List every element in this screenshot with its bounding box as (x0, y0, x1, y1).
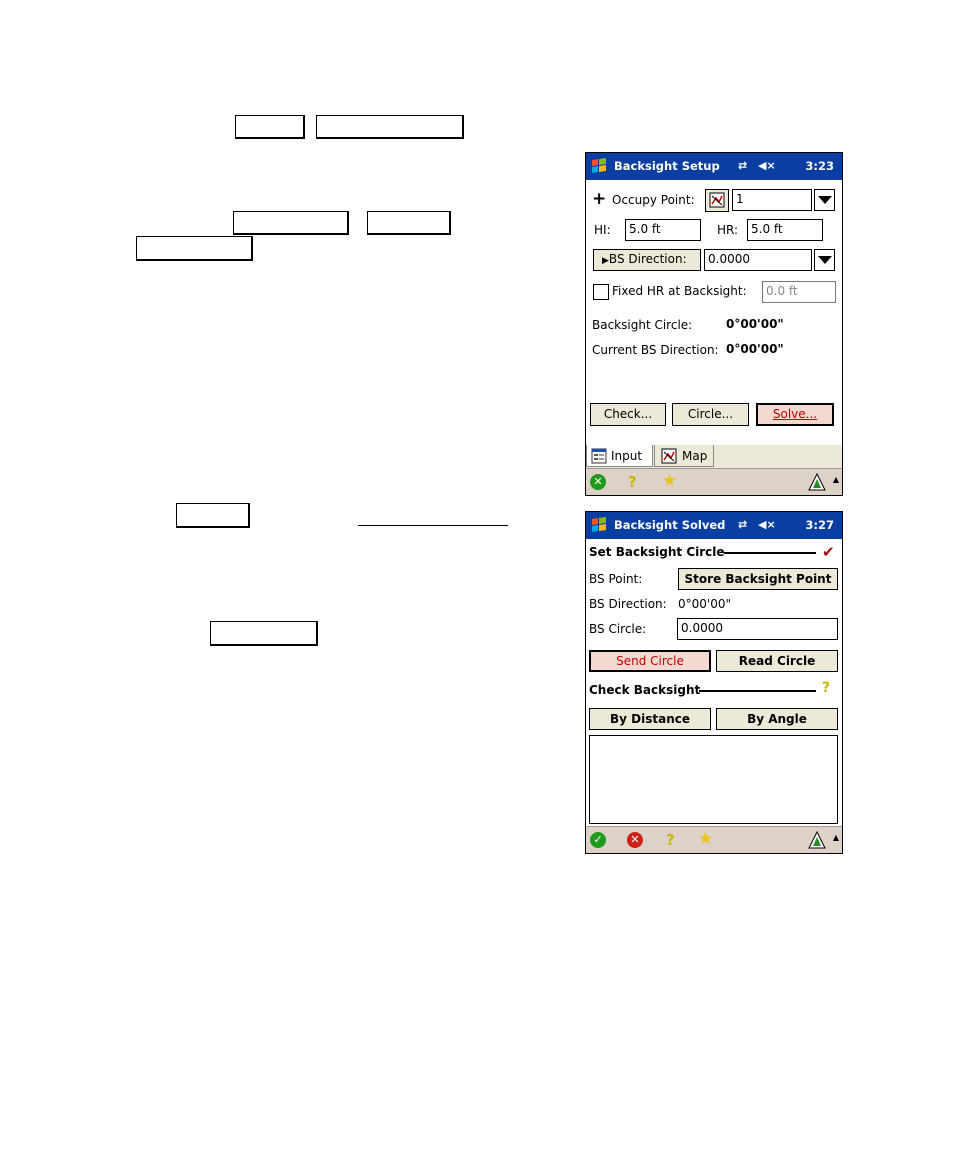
placeholder-box-4 (367, 211, 451, 235)
help-icon[interactable]: ? (666, 831, 675, 849)
carlson-logo-icon[interactable] (808, 473, 826, 491)
results-textarea[interactable] (589, 735, 838, 824)
ok-icon[interactable]: ✓ (590, 832, 606, 848)
tab-input[interactable]: Input (586, 445, 653, 467)
backsight-setup-screen: Backsight Setup ⇄ ◀× 3:23 + Occupy Point… (585, 152, 843, 496)
placeholder-box-3 (233, 211, 349, 235)
check-backsight-heading: Check Backsight (589, 683, 701, 697)
tab-bar: Input Map (586, 445, 842, 468)
by-angle-button[interactable]: By Angle (716, 708, 838, 730)
clock[interactable]: 3:23 (805, 159, 834, 173)
map-pick-button[interactable] (705, 189, 729, 212)
favorites-icon[interactable]: ★ (662, 471, 677, 491)
bs-direction-input[interactable]: 0.0000 (704, 249, 812, 271)
bottom-toolbar: ✓ ✕ ? ★ ▲ (586, 826, 842, 853)
bottom-toolbar: ✕ ? ★ ▲ (586, 468, 842, 495)
occupy-point-label: Occupy Point: (612, 193, 695, 207)
connection-icon[interactable]: ⇄ (738, 518, 747, 531)
add-icon[interactable]: + (592, 189, 606, 209)
current-bs-direction-value: 0°00'00" (726, 342, 784, 356)
speaker-mute-icon[interactable]: ◀× (758, 518, 776, 531)
placeholder-underline (358, 525, 508, 526)
placeholder-box-1 (235, 115, 305, 139)
placeholder-box-7 (210, 621, 318, 646)
store-backsight-point-button[interactable]: Store Backsight Point (678, 568, 838, 590)
tab-input-label: Input (611, 449, 643, 463)
windows-logo-icon[interactable] (590, 157, 609, 175)
windows-logo-icon[interactable] (590, 516, 609, 534)
section-divider (699, 690, 816, 692)
placeholder-box-2 (316, 115, 464, 139)
fixed-hr-input[interactable]: 0.0 ft (762, 281, 836, 303)
sip-arrow-icon[interactable]: ▲ (833, 833, 839, 842)
map-icon (661, 448, 677, 464)
backsight-circle-value: 0°00'00" (726, 317, 784, 331)
by-distance-button[interactable]: By Distance (589, 708, 711, 730)
occupy-point-input[interactable]: 1 (732, 189, 812, 211)
placeholder-box-5 (136, 236, 253, 261)
expand-icon: ▶ (602, 256, 609, 266)
tab-map-label: Map (682, 449, 708, 463)
title-bar: Backsight Solved ⇄ ◀× 3:27 (586, 512, 842, 539)
bs-point-label: BS Point: (589, 572, 643, 586)
map-icon (709, 192, 725, 208)
solve-button[interactable]: Solve... (756, 403, 834, 426)
help-icon[interactable]: ? (822, 680, 830, 696)
tab-map[interactable]: Map (654, 445, 714, 467)
title-bar: Backsight Setup ⇄ ◀× 3:23 (586, 153, 842, 180)
bs-direction-dropdown[interactable] (814, 249, 835, 271)
window-title: Backsight Solved (614, 518, 726, 532)
clock[interactable]: 3:27 (805, 518, 834, 532)
connection-icon[interactable]: ⇄ (738, 159, 747, 172)
speaker-mute-icon[interactable]: ◀× (758, 159, 776, 172)
section-divider (724, 552, 816, 554)
occupy-point-dropdown[interactable] (814, 189, 835, 211)
hr-input[interactable]: 5.0 ft (747, 219, 823, 241)
send-circle-button[interactable]: Send Circle (589, 650, 711, 672)
bs-direction-label: BS Direction: (589, 597, 667, 611)
hi-label: HI: (594, 223, 611, 237)
carlson-logo-icon[interactable] (808, 831, 826, 849)
bs-direction-button[interactable]: ▶BS Direction: (593, 249, 701, 271)
check-button[interactable]: Check... (590, 403, 666, 426)
bs-circle-label: BS Circle: (589, 622, 647, 636)
input-form-icon (591, 448, 607, 464)
checkmark-icon: ✔ (822, 543, 835, 561)
window-title: Backsight Setup (614, 159, 720, 173)
backsight-solved-screen: Backsight Solved ⇄ ◀× 3:27 Set Backsight… (585, 511, 843, 854)
help-icon[interactable]: ? (628, 473, 637, 491)
backsight-circle-label: Backsight Circle: (592, 318, 693, 332)
bs-direction-button-label: BS Direction: (608, 252, 687, 266)
fixed-hr-checkbox[interactable] (593, 284, 609, 300)
bs-direction-value: 0°00'00" (678, 597, 731, 611)
placeholder-box-6 (176, 503, 250, 528)
hr-label: HR: (717, 223, 739, 237)
bs-circle-input[interactable]: 0.0000 (677, 618, 838, 640)
cancel-icon[interactable]: ✕ (627, 832, 643, 848)
current-bs-direction-label: Current BS Direction: (592, 343, 719, 357)
set-backsight-circle-heading: Set Backsight Circle (589, 545, 725, 559)
favorites-icon[interactable]: ★ (698, 829, 713, 849)
read-circle-button[interactable]: Read Circle (716, 650, 838, 672)
circle-button[interactable]: Circle... (672, 403, 749, 426)
hi-input[interactable]: 5.0 ft (625, 219, 701, 241)
ok-icon[interactable]: ✕ (590, 474, 606, 490)
sip-arrow-icon[interactable]: ▲ (833, 475, 839, 484)
fixed-hr-label: Fixed HR at Backsight: (612, 284, 747, 298)
